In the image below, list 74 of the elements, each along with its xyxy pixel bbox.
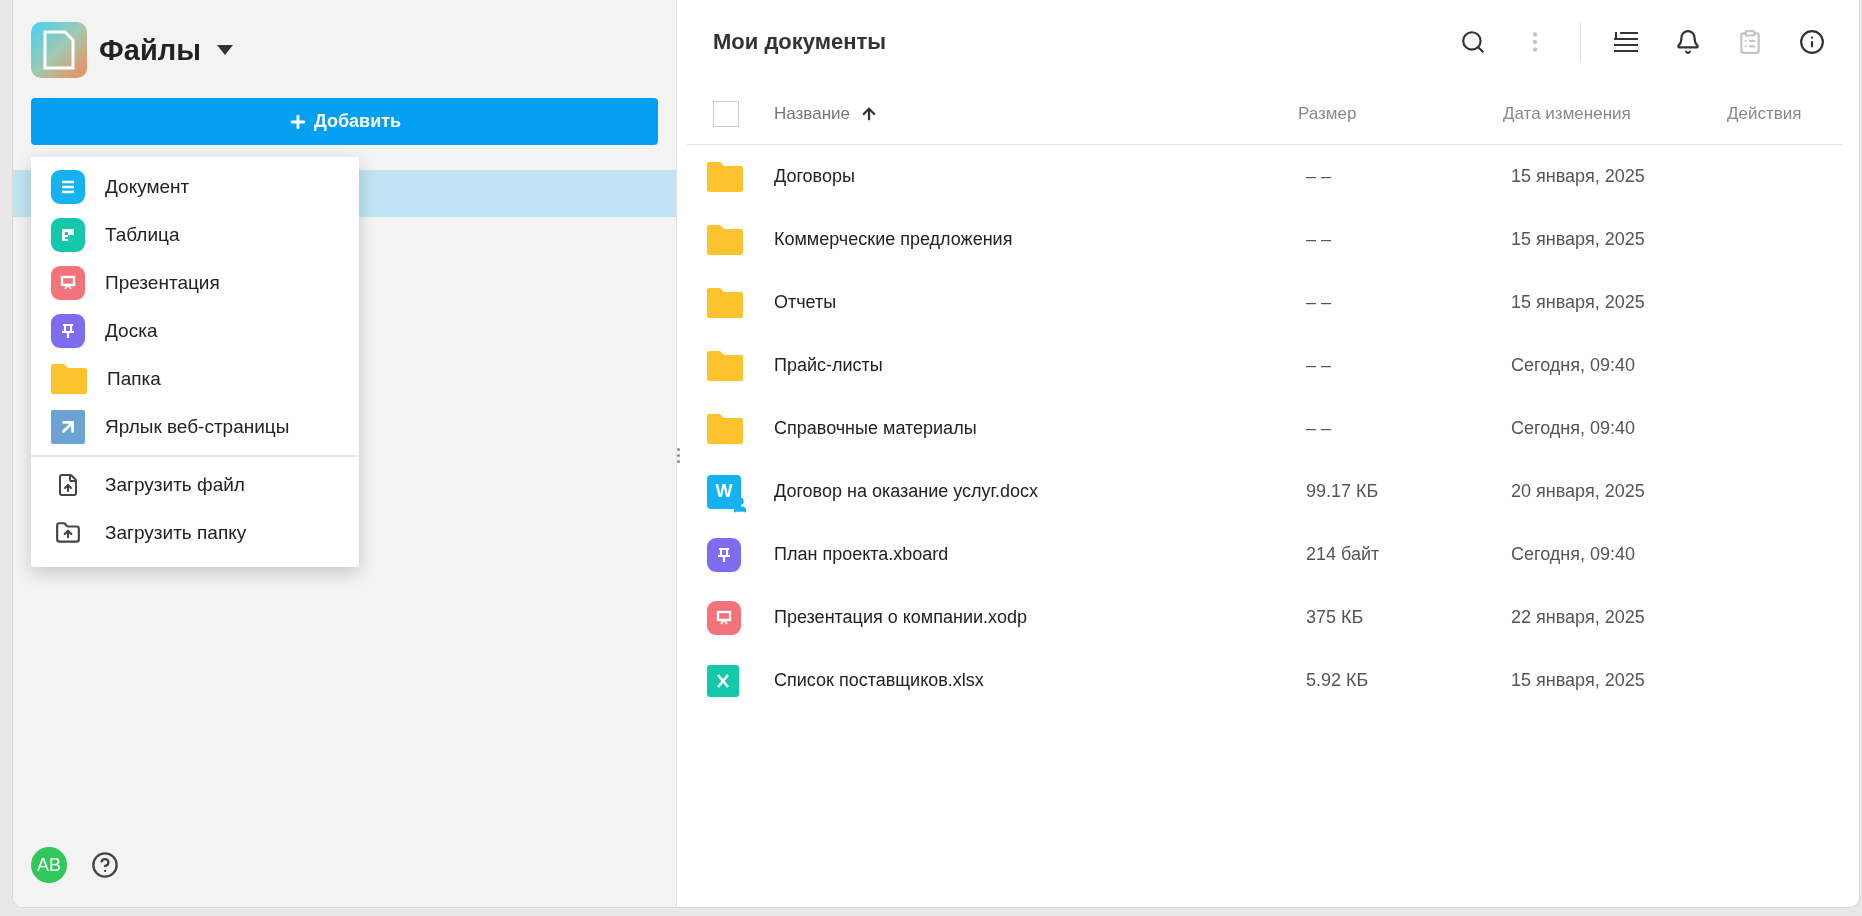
file-size: 214 байт	[1305, 544, 1381, 565]
dropdown-caret-icon[interactable]	[216, 45, 233, 55]
files-app-logo	[31, 22, 87, 78]
folder-icon	[707, 161, 743, 192]
modified-date: 22 января, 2025	[1510, 607, 1646, 628]
menu-item-label: Загрузить файл	[105, 474, 245, 496]
menu-item[interactable]: Доска	[31, 307, 359, 355]
document-icon	[51, 170, 85, 204]
modified-date: 15 января, 2025	[1510, 229, 1646, 250]
file-name[interactable]: Договор на оказание услуг.docx	[774, 481, 1298, 502]
spreadsheet-icon	[51, 218, 85, 252]
spreadsheet-icon	[707, 664, 739, 697]
info-icon[interactable]	[1799, 29, 1825, 55]
modified-date: Сегодня, 09:40	[1510, 418, 1637, 439]
file-size: – –	[1305, 229, 1333, 250]
folder-icon	[707, 350, 743, 381]
resize-handle[interactable]	[677, 448, 680, 463]
menu-item-label: Документ	[105, 176, 190, 198]
search-icon[interactable]	[1460, 29, 1486, 55]
file-name[interactable]: Презентация о компании.xodp	[774, 607, 1298, 628]
column-header[interactable]: Название	[774, 104, 1298, 124]
presentation-icon	[51, 266, 85, 300]
folder-icon	[707, 413, 743, 444]
file-name[interactable]: Коммерческие предложения	[774, 229, 1298, 250]
file-name[interactable]: Договоры	[774, 166, 1298, 187]
app-title: Файлы	[99, 33, 201, 67]
menu-item-label: Таблица	[105, 224, 180, 246]
menu-item-label: Ярлык веб-страницы	[105, 416, 290, 438]
file-name[interactable]: Отчеты	[774, 292, 1298, 313]
help-icon[interactable]	[91, 851, 119, 879]
document-icon: W	[707, 474, 741, 509]
menu-item-label: Папка	[107, 368, 161, 390]
menu-item[interactable]: Ярлык веб-страницы	[31, 403, 359, 451]
file-name[interactable]: Список поставщиков.xlsx	[774, 670, 1298, 691]
file-name[interactable]: План проекта.xboard	[774, 544, 1298, 565]
board-icon	[707, 537, 741, 572]
folder-icon	[707, 287, 743, 318]
select-all-checkbox[interactable]	[713, 101, 739, 127]
menu-item[interactable]: Документ	[31, 163, 359, 211]
modified-date: Сегодня, 09:40	[1510, 544, 1637, 565]
board-icon	[51, 314, 85, 348]
file-upload-icon	[56, 473, 80, 497]
modified-date: 15 января, 2025	[1510, 292, 1646, 313]
sort-list-icon[interactable]	[1613, 31, 1639, 53]
file-name[interactable]: Прайс-листы	[774, 355, 1298, 376]
modified-date: 20 января, 2025	[1510, 481, 1646, 502]
column-header[interactable]: Дата изменения	[1503, 104, 1727, 124]
menu-item[interactable]: Папка	[31, 355, 359, 403]
file-size: – –	[1305, 292, 1333, 313]
file-name[interactable]: Справочные материалы	[774, 418, 1298, 439]
file-size: – –	[1305, 166, 1333, 187]
menu-item[interactable]: Загрузить папку	[31, 509, 359, 557]
presentation-icon	[707, 600, 741, 635]
folder-icon	[707, 224, 743, 255]
folder-upload-icon	[55, 520, 81, 546]
file-size: 99.17 КБ	[1305, 481, 1380, 502]
folder-icon	[51, 364, 87, 394]
file-size: – –	[1305, 418, 1333, 439]
column-header[interactable]: Действия	[1727, 104, 1843, 124]
menu-item[interactable]: Презентация	[31, 259, 359, 307]
modified-date: 15 января, 2025	[1510, 166, 1646, 187]
page-title: Мои документы	[713, 29, 888, 55]
modified-date: Сегодня, 09:40	[1510, 355, 1637, 376]
file-size: 5.92 КБ	[1305, 670, 1370, 691]
notification-bell-icon[interactable]	[1675, 29, 1701, 55]
menu-item[interactable]: Загрузить файл	[31, 461, 359, 509]
file-size: – –	[1305, 355, 1333, 376]
menu-item[interactable]: Таблица	[31, 211, 359, 259]
modified-date: 15 января, 2025	[1510, 670, 1646, 691]
menu-item-label: Презентация	[105, 272, 220, 294]
column-header[interactable]: Размер	[1298, 104, 1503, 124]
file-size: 375 КБ	[1305, 607, 1365, 628]
menu-item-label: Загрузить папку	[105, 522, 247, 544]
menu-item-label: Доска	[105, 320, 158, 342]
